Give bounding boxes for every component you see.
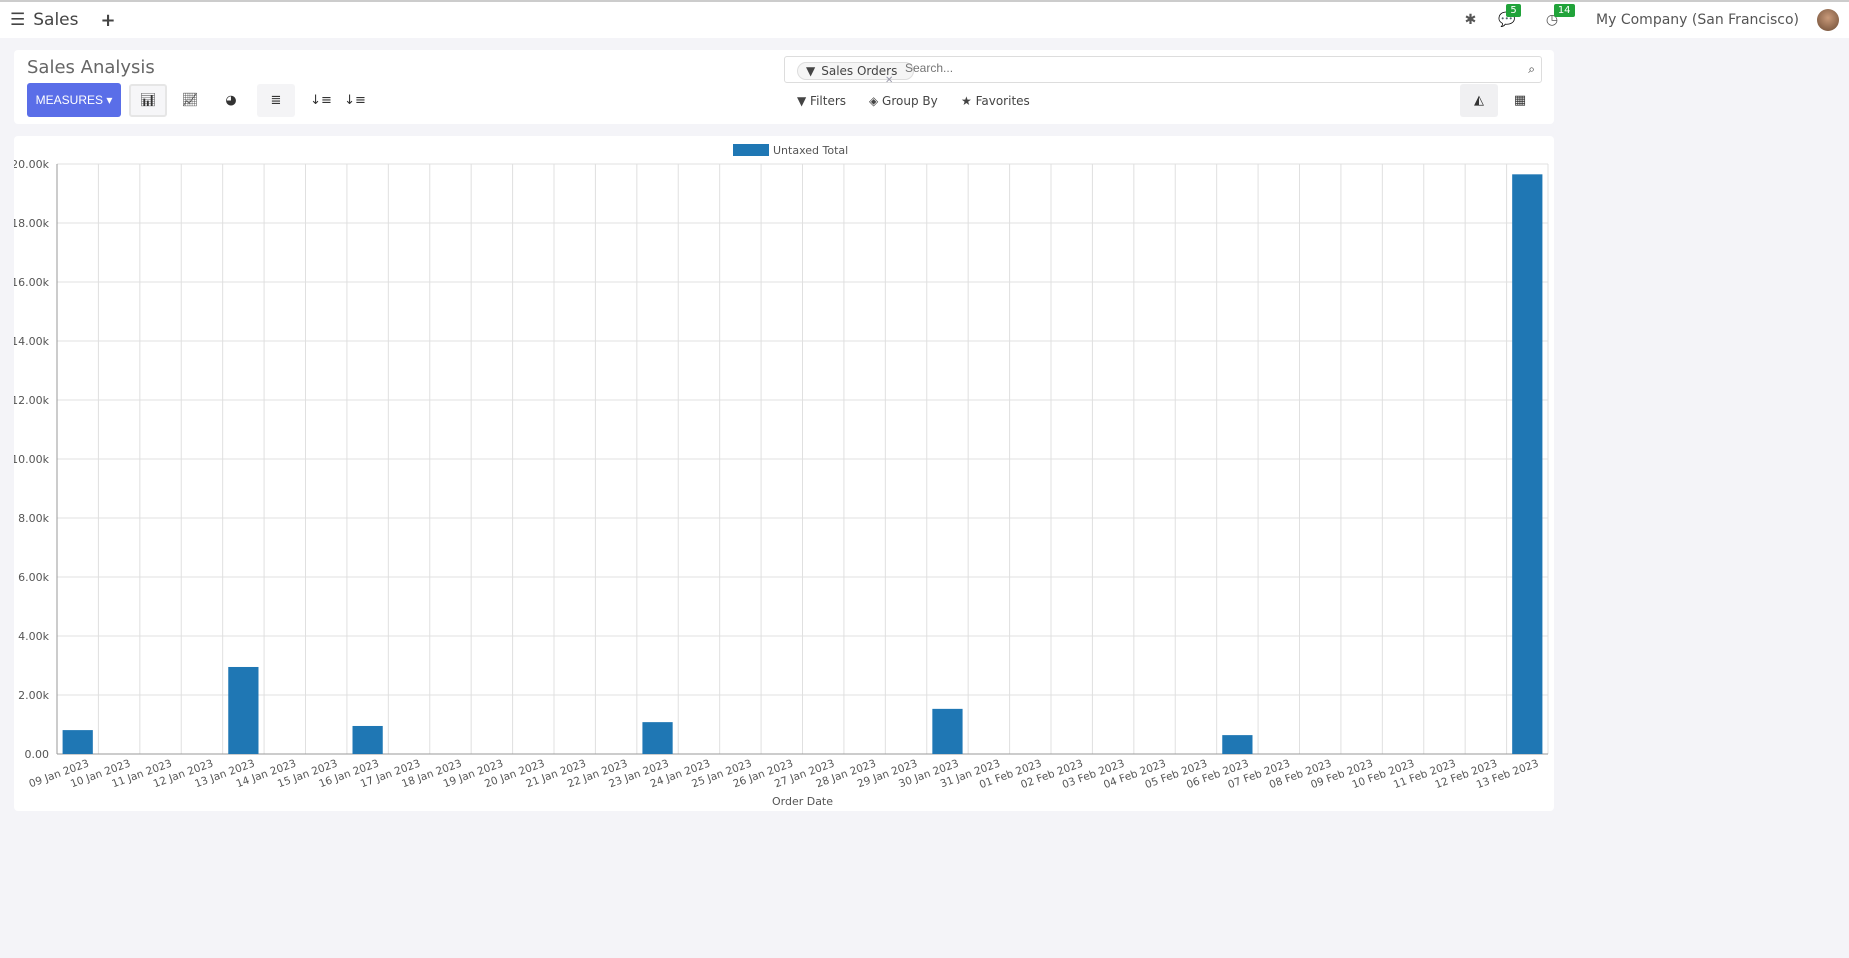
company-switcher[interactable]: My Company (San Francisco) — [1596, 12, 1799, 28]
y-tick-label: 16.00k — [14, 276, 50, 289]
remove-facet-icon[interactable]: ✕ — [885, 75, 893, 86]
sort-desc-icon: ↓≡ — [310, 93, 332, 108]
bar-chart-icon: 📊︎ — [139, 93, 157, 108]
clock-icon[interactable]: ◷ 14 — [1546, 4, 1575, 28]
sort-descending-button[interactable]: ↓≡ — [302, 84, 340, 117]
bug-icon[interactable]: ✱ — [1465, 12, 1477, 28]
line-chart-icon: 📈︎ — [181, 93, 199, 108]
y-tick-label: 10.00k — [14, 453, 50, 466]
y-tick-label: 6.00k — [18, 571, 49, 584]
avatar[interactable] — [1817, 9, 1839, 31]
menu-icon[interactable]: ☰ — [10, 10, 25, 30]
bar-chart: Untaxed Total 0.00 2.00k 4.00k 6.00k 8.00k 10.… — [11, 144, 1549, 808]
legend-label: Untaxed Total — [773, 144, 848, 157]
y-tick-label: 14.00k — [14, 335, 50, 348]
search-bar[interactable]: ▼Sales Orders ✕ ⌕ — [784, 56, 1542, 86]
messages-badge: 5 — [1506, 4, 1521, 17]
activities-badge: 14 — [1553, 4, 1575, 17]
bar — [62, 730, 93, 754]
filters-button[interactable]: ▼ Filters — [797, 94, 846, 108]
group-by-label: Group By — [882, 94, 938, 108]
top-navbar: ☰ Sales + ✱ 💬 5 ◷ 14 My Company (San Franc… — [0, 2, 1849, 38]
bar — [642, 722, 673, 754]
bar — [1512, 174, 1543, 754]
filter-icon: ▼ — [806, 64, 816, 78]
y-tick-label: 4.00k — [18, 630, 49, 643]
bar — [932, 708, 963, 754]
graph-view-button[interactable]: ◭ — [1460, 84, 1498, 117]
search-facet[interactable]: ▼ Sales Orders — [797, 62, 915, 80]
page-title: Sales Analysis — [27, 57, 155, 78]
group-by-button[interactable]: ◈ Group By — [869, 94, 938, 108]
y-tick-label: 0.00 — [25, 748, 50, 761]
bar — [228, 666, 259, 754]
favorites-label: Favorites — [975, 94, 1030, 108]
sort-ascending-button[interactable]: ↓≡ — [336, 84, 374, 117]
y-tick-label: 2.00k — [18, 689, 49, 702]
line-chart-button[interactable]: 📈︎ — [171, 84, 209, 117]
y-tick-label: 20.00k — [14, 158, 50, 171]
database-icon: ≣ — [270, 93, 282, 108]
control-panel: Sales Analysis MEASURES ▾ 📊︎ 📈︎ ◕ ≣ ↓≡ ↓… — [14, 50, 1554, 124]
bar — [1222, 735, 1253, 754]
measures-button[interactable]: MEASURES ▾ — [27, 83, 121, 117]
sort-asc-icon: ↓≡ — [344, 93, 366, 108]
filters-label: Filters — [810, 94, 847, 108]
search-input[interactable] — [905, 61, 1465, 75]
legend-swatch — [733, 144, 769, 156]
area-chart-icon: ◭ — [1474, 93, 1484, 108]
y-tick-label: 18.00k — [14, 217, 50, 230]
pie-chart-icon: ◕ — [225, 93, 237, 108]
y-tick-label: 8.00k — [18, 512, 49, 525]
stacked-button[interactable]: ≣ — [257, 84, 295, 117]
x-axis-title: Order Date — [772, 795, 833, 808]
chat-icon[interactable]: 💬 5 — [1498, 4, 1521, 28]
pie-chart-button[interactable]: ◕ — [212, 84, 250, 117]
chart-container: Untaxed Total 0.00 2.00k 4.00k 6.00k 8.00k 10.… — [11, 136, 1554, 811]
bar-chart-button[interactable]: 📊︎ — [129, 84, 167, 117]
search-icon[interactable]: ⌕ — [1528, 62, 1535, 77]
bar — [352, 725, 383, 754]
favorites-button[interactable]: ★ Favorites — [961, 94, 1030, 108]
pivot-view-button[interactable]: ▦ — [1501, 84, 1539, 117]
measures-label: MEASURES — [35, 93, 103, 107]
plus-icon[interactable]: + — [101, 10, 116, 31]
app-name[interactable]: Sales — [33, 10, 78, 30]
y-tick-label: 12.00k — [14, 394, 50, 407]
table-icon: ▦ — [1513, 93, 1527, 108]
